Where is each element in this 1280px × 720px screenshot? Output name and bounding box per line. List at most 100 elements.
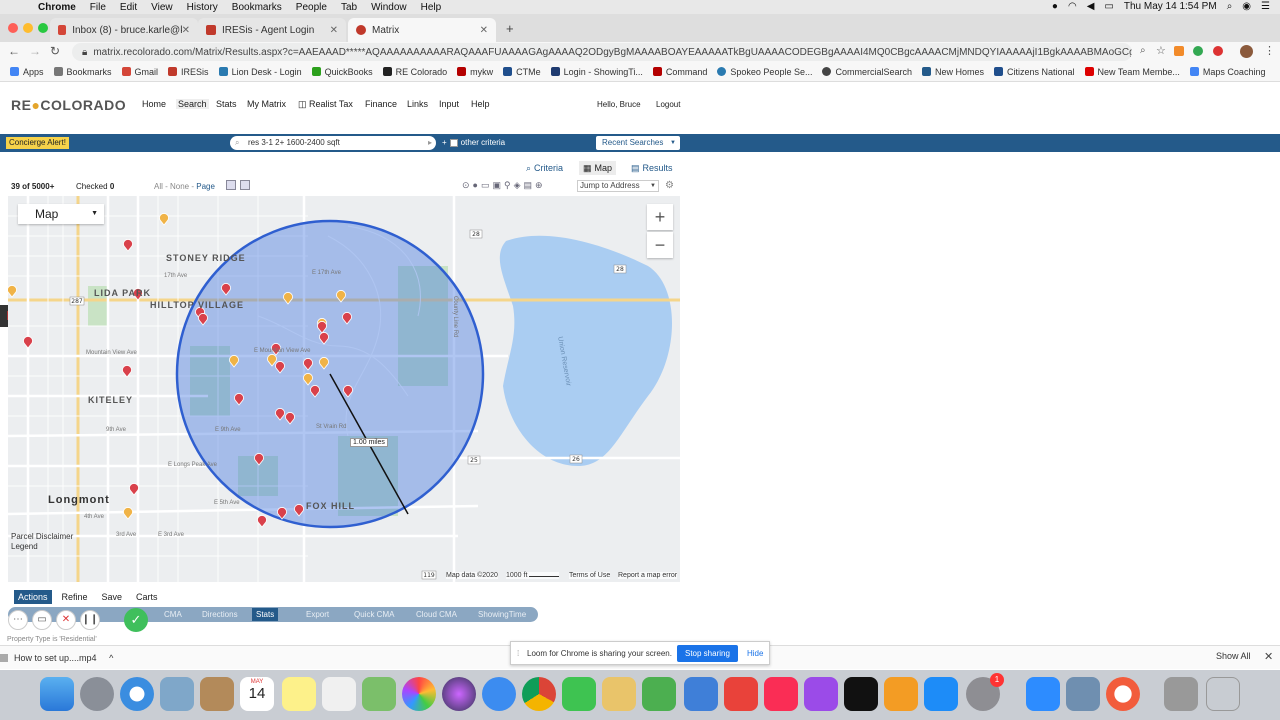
app-store-icon[interactable] (924, 677, 958, 711)
tab-save[interactable]: Save (98, 590, 127, 604)
bookmark-gmail[interactable]: Gmail (121, 67, 158, 77)
bookmark-bookmarks[interactable]: Bookmarks (53, 67, 112, 77)
extension-icon[interactable] (1193, 46, 1203, 56)
recolorado-logo[interactable]: RE●COLORADO (11, 97, 126, 113)
finder-icon[interactable] (40, 677, 74, 711)
menu-tab[interactable]: Tab (341, 2, 357, 13)
select-page-link[interactable]: Page (196, 182, 215, 191)
search-go-icon[interactable]: ▸ (428, 136, 432, 150)
finish-recording-icon[interactable]: ✓ (124, 608, 148, 632)
terms-of-use-link[interactable]: Terms of Use (569, 572, 611, 579)
nav-help[interactable]: Help (471, 99, 490, 109)
concierge-alert[interactable]: Concierge Alert! (6, 137, 69, 149)
close-tab-icon[interactable]: ✕ (480, 25, 488, 36)
bookmark-new-homes[interactable]: New Homes (922, 67, 984, 77)
chrome-icon[interactable] (522, 677, 556, 711)
stats-button[interactable]: Stats (252, 608, 279, 621)
other-criteria-toggle[interactable]: + other criteria (442, 138, 505, 147)
microphone-icon[interactable]: ● (1052, 1, 1058, 12)
quick-cma-button[interactable]: Quick CMA (350, 608, 398, 621)
zoom-in-button[interactable]: + (647, 204, 673, 230)
extension-icon[interactable] (1174, 46, 1184, 56)
tab-criteria[interactable]: ⌕ Criteria (522, 161, 567, 175)
bookmark-maps-coaching[interactable]: Maps Coaching (1189, 67, 1265, 77)
calendar-icon[interactable]: MAY 14 (240, 677, 274, 711)
gear-icon[interactable]: ⚙ (665, 180, 674, 191)
menu-file[interactable]: File (90, 2, 106, 13)
stop-sharing-button[interactable]: Stop sharing (677, 645, 738, 662)
showingtime-button[interactable]: ShowingTime (474, 608, 530, 621)
bookmark-iresis[interactable]: IRESis (168, 67, 209, 77)
nav-home[interactable]: Home (142, 99, 166, 109)
quick-search-input[interactable]: ⌕ res 3-1 2+ 1600-2400 sqft ▸ (230, 136, 436, 150)
reminders-icon[interactable] (322, 677, 356, 711)
bookmark-commercialsearch[interactable]: CommercialSearch (822, 67, 912, 77)
close-downloads-icon[interactable]: ✕ (1264, 650, 1273, 663)
notification-center-icon[interactable]: ☰ (1261, 1, 1270, 12)
bookmark-re-colorado[interactable]: RE Colorado (382, 67, 447, 77)
volume-icon[interactable]: ◀ (1087, 1, 1095, 12)
wifi-icon[interactable]: ◠ (1068, 1, 1077, 12)
chevron-up-icon[interactable]: ^ (109, 653, 113, 663)
siri-icon[interactable] (442, 677, 476, 711)
report-map-error-link[interactable]: Report a map error (618, 572, 678, 579)
safari-icon[interactable] (120, 677, 154, 711)
downloads-stack-icon[interactable] (1164, 677, 1198, 711)
podcasts-icon[interactable] (804, 677, 838, 711)
bookmark-quickbooks[interactable]: QuickBooks (311, 67, 373, 77)
bookmark-showingtime[interactable]: Login - ShowingTi... (550, 67, 643, 77)
tab-map[interactable]: ▦ Map (579, 161, 617, 175)
pause-icon[interactable]: ❙❙ (80, 610, 100, 630)
tab-matrix[interactable]: Matrix ✕ (348, 18, 496, 42)
extension-icon[interactable] (1213, 46, 1223, 56)
photos-icon[interactable] (402, 677, 436, 711)
drag-handle-icon[interactable]: ⁞ (517, 649, 519, 658)
nav-realist-tax[interactable]: ◫ Realist Tax (298, 99, 353, 110)
menu-chrome[interactable]: Chrome (38, 2, 76, 13)
disclaimer-link[interactable]: Disclaimer (36, 532, 73, 541)
trash-icon[interactable] (1206, 677, 1240, 711)
export-button[interactable]: Export (302, 608, 333, 621)
zoom-out-button[interactable]: − (647, 232, 673, 258)
profile-avatar[interactable] (1240, 45, 1253, 58)
tab-actions[interactable]: Actions (14, 590, 52, 604)
menu-bookmarks[interactable]: Bookmarks (232, 2, 282, 13)
nav-my-matrix[interactable]: My Matrix (247, 99, 286, 109)
nav-finance[interactable]: Finance (365, 99, 397, 109)
bookmark-citizens-national[interactable]: Citizens National (994, 67, 1075, 77)
directions-button[interactable]: Directions (198, 608, 242, 621)
map-canvas[interactable]: 28 28 25 26 287 119 (8, 196, 680, 582)
menubar-clock[interactable]: Thu May 14 1:54 PM (1124, 1, 1217, 12)
menu-view[interactable]: View (151, 2, 173, 13)
map-tool-icon[interactable] (240, 180, 250, 190)
select-all-link[interactable]: All (154, 182, 163, 191)
cancel-recording-icon[interactable]: ✕ (56, 610, 76, 630)
cma-button[interactable]: CMA (160, 608, 186, 621)
bookmark-star-icon[interactable]: ☆ (1156, 44, 1166, 57)
keynote-presentation-icon[interactable] (684, 677, 718, 711)
zoom-window-button[interactable] (38, 23, 48, 33)
map-type-dropdown[interactable]: Map ▼ (18, 204, 104, 224)
numbers-icon[interactable] (642, 677, 676, 711)
nav-links[interactable]: Links (407, 99, 428, 109)
url-bar[interactable]: 🔒︎ matrix.recolorado.com/Matrix/Results.… (72, 43, 1132, 61)
apple-tv-icon[interactable] (844, 677, 878, 711)
tab-results[interactable]: ▤ Results (627, 161, 677, 175)
nav-input[interactable]: Input (439, 99, 459, 109)
chrome-menu-icon[interactable]: ⋮ (1264, 44, 1275, 57)
bookmark-lion-desk[interactable]: Lion Desk - Login (218, 67, 302, 77)
news-icon[interactable] (724, 677, 758, 711)
bookmark-spokeo[interactable]: Spokeo People Se... (717, 67, 812, 77)
new-tab-button[interactable]: + (506, 21, 514, 36)
keynote-icon[interactable] (602, 677, 636, 711)
hide-banner-button[interactable]: Hide (747, 649, 763, 658)
launchpad-icon[interactable] (80, 677, 114, 711)
forward-button[interactable]: → (29, 44, 41, 58)
messages-icon[interactable] (482, 677, 516, 711)
books-icon[interactable] (884, 677, 918, 711)
reload-button[interactable]: ↻ (50, 44, 60, 58)
back-button[interactable]: ← (8, 44, 20, 58)
legend-parcel[interactable]: Parcel (11, 532, 34, 541)
loom-icon[interactable] (1106, 677, 1140, 711)
screenshot-icon[interactable] (1066, 677, 1100, 711)
